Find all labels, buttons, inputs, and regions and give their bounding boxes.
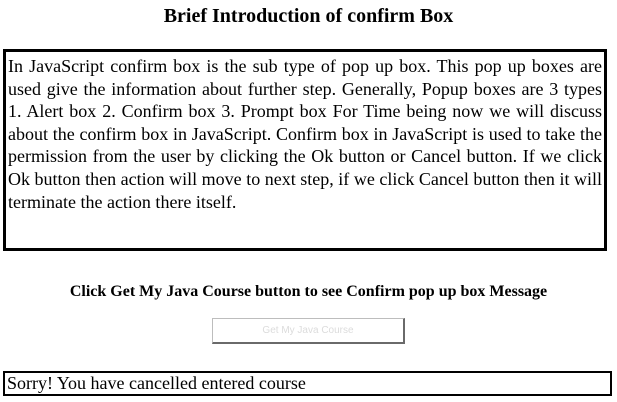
get-java-course-button[interactable]: Get My Java Course xyxy=(212,318,405,344)
instruction-heading: Click Get My Java Course button to see C… xyxy=(69,283,548,300)
page-title: Brief Introduction of confirm Box xyxy=(163,5,454,27)
intro-paragraph: In JavaScript confirm box is the sub typ… xyxy=(3,49,607,251)
confirm-result-message: Sorry! You have cancelled entered course xyxy=(3,371,612,396)
